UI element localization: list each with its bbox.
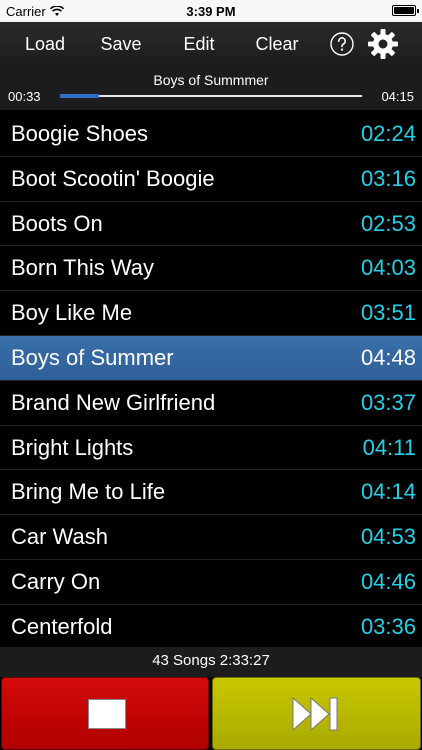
app-screen: Carrier 3:39 PM Load Save Edit Clear Boy… xyxy=(0,0,422,750)
song-row[interactable]: Boots On 02:53 xyxy=(0,202,422,247)
song-title: Boy Like Me xyxy=(11,300,133,326)
song-duration: 03:51 xyxy=(360,300,416,326)
elapsed-time: 00:33 xyxy=(8,89,41,104)
edit-button[interactable]: Edit xyxy=(170,22,228,66)
clear-button[interactable]: Clear xyxy=(247,22,307,66)
song-duration: 04:48 xyxy=(360,344,416,370)
stop-icon xyxy=(88,699,126,729)
save-button[interactable]: Save xyxy=(92,22,150,66)
total-time: 04:15 xyxy=(381,89,414,104)
song-row[interactable]: Bright Lights 04:11 xyxy=(0,426,422,471)
song-row[interactable]: Carry On 04:46 xyxy=(0,560,422,605)
song-title: Boys of Summer xyxy=(11,344,174,370)
song-duration: 04:14 xyxy=(360,479,416,505)
song-duration: 03:36 xyxy=(360,613,416,639)
song-row[interactable]: Brand New Girlfriend 03:37 xyxy=(0,381,422,426)
song-row[interactable]: Centerfold 03:36 xyxy=(0,605,422,647)
toolbar: Load Save Edit Clear xyxy=(0,22,422,66)
status-bar: Carrier 3:39 PM xyxy=(0,0,422,22)
gear-icon[interactable] xyxy=(367,28,399,60)
song-row[interactable]: Bring Me to Life 04:14 xyxy=(0,470,422,516)
status-time: 3:39 PM xyxy=(186,4,236,19)
playlist-summary: 43 Songs 2:33:27 xyxy=(0,647,422,677)
battery-icon xyxy=(392,5,419,16)
song-duration: 03:16 xyxy=(360,165,416,191)
song-duration: 03:37 xyxy=(360,389,416,415)
progress-slider[interactable] xyxy=(60,94,362,98)
song-row[interactable]: Boogie Shoes 02:24 xyxy=(0,112,422,157)
skip-next-icon xyxy=(292,696,338,732)
song-duration: 04:03 xyxy=(360,255,416,281)
help-icon[interactable] xyxy=(330,32,354,56)
song-title: Carry On xyxy=(11,568,101,594)
song-title: Bring Me to Life xyxy=(11,479,166,505)
song-title: Boots On xyxy=(11,210,103,236)
song-row[interactable]: Boys of Summer 04:48 xyxy=(0,335,422,381)
transport-controls xyxy=(0,677,422,750)
next-button[interactable] xyxy=(212,677,421,750)
song-duration: 02:24 xyxy=(360,121,416,146)
song-title: Bright Lights xyxy=(11,434,134,460)
load-button[interactable]: Load xyxy=(14,22,76,66)
song-row[interactable]: Born This Way 04:03 xyxy=(0,246,422,292)
song-duration: 04:53 xyxy=(360,524,416,550)
song-title: Car Wash xyxy=(11,524,108,550)
song-row[interactable]: Boot Scootin' Boogie 03:16 xyxy=(0,157,422,202)
song-title: Centerfold xyxy=(11,613,113,639)
song-row[interactable]: Car Wash 04:53 xyxy=(0,515,422,560)
song-list[interactable]: Boogie Shoes 02:24 Boot Scootin' Boogie 03:… xyxy=(0,112,422,647)
stop-button[interactable] xyxy=(1,677,209,750)
song-title: Boogie Shoes xyxy=(11,121,148,146)
song-title: Brand New Girlfriend xyxy=(11,389,216,415)
song-title: Born This Way xyxy=(11,255,155,281)
now-playing-title: Boys of Summmer xyxy=(153,72,269,88)
progress-fill xyxy=(60,94,99,98)
song-duration: 04:46 xyxy=(360,568,416,594)
song-title: Boot Scootin' Boogie xyxy=(11,165,215,191)
song-duration: 02:53 xyxy=(360,210,416,236)
song-row[interactable]: Boy Like Me 03:51 xyxy=(0,291,422,336)
now-playing-bar: Boys of Summmer 00:33 04:15 xyxy=(0,66,422,110)
song-duration: 04:11 xyxy=(362,434,416,460)
